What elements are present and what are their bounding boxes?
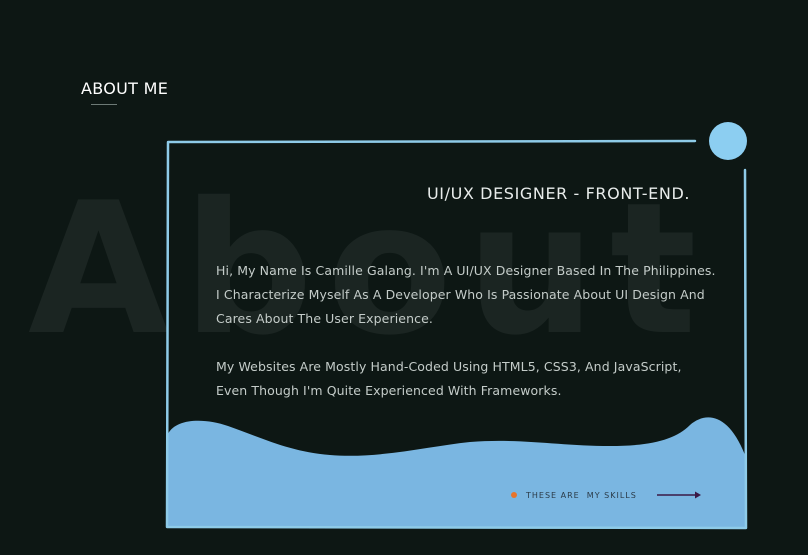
paragraph-line: Cares About The User Experience. [216,311,433,326]
about-paragraph-1: Hi, My Name Is Camille Galang. I'm A UI/… [216,259,736,331]
arrow-right-icon[interactable] [656,490,701,500]
about-paragraph-2: My Websites Are Mostly Hand-Coded Using … [216,355,736,403]
dot-icon [511,492,517,498]
role-heading: UI/UX DESIGNER - FRONT-END. [427,184,691,203]
skills-link-label[interactable]: THESE ARE MY SKILLS [526,491,637,500]
wave-shape [168,417,745,527]
skills-link[interactable]: THESE ARE MY SKILLS [511,490,701,500]
paragraph-line: Hi, My Name Is Camille Galang. I'm A UI/… [216,263,716,278]
circle-decoration-icon [709,122,747,160]
paragraph-line: My Websites Are Mostly Hand-Coded Using … [216,359,682,374]
paragraph-line: I Characterize Myself As A Developer Who… [216,287,705,302]
paragraph-line: Even Though I'm Quite Experienced With F… [216,383,562,398]
